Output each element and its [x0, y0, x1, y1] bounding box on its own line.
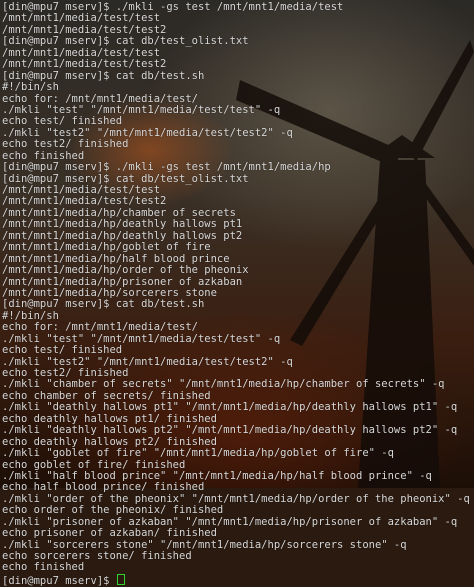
terminal-line: echo for: /mnt/mnt1/media/test/ [2, 321, 198, 334]
terminal-line: echo prisoner of azkaban/ finished [2, 527, 217, 540]
terminal-line: ./mkli "order of the pheonix" "/mnt/mnt1… [2, 492, 470, 505]
terminal-line: [din@mpu7 mserv]$ cat db/test.sh [2, 69, 205, 82]
terminal-line: /mnt/mnt1/media/hp/order of the pheonix [2, 264, 249, 277]
terminal-line: ./mkli "prisoner of azkaban" "/mnt/mnt1/… [2, 515, 458, 528]
prompt-text: [din@mpu7 mserv]$ [2, 574, 116, 587]
terminal-line: ./mkli "deathly hallows pt2" "/mnt/mnt1/… [2, 424, 458, 437]
terminal-line: ./mkli "goblet of fire" "/mnt/mnt1/media… [2, 447, 394, 460]
terminal-line: echo finished [2, 561, 85, 574]
text-cursor [116, 573, 125, 585]
terminal-line: echo order of the pheonix/ finished [2, 504, 224, 517]
terminal-line: echo sorcerers stone/ finished [2, 550, 192, 562]
terminal-window[interactable]: [din@mpu7 mserv]$ ./mkli -gs test /mnt/m… [0, 0, 474, 587]
terminal-line: echo test/ finished [2, 344, 123, 357]
terminal-line: [din@mpu7 mserv]$ ./mkli -gs test /mnt/m… [2, 161, 331, 174]
terminal-line: /mnt/mnt1/media/test/test2 [2, 58, 167, 71]
terminal-line: echo test2/ finished [2, 138, 129, 151]
terminal-line: #!/bin/sh [2, 81, 59, 94]
terminal-prompt-line[interactable]: [din@mpu7 mserv]$ [2, 573, 474, 587]
terminal-line: echo half blood prince/ finished [2, 481, 205, 494]
terminal-output: [din@mpu7 mserv]$ ./mkli -gs test /mnt/m… [2, 1, 474, 574]
terminal-line: ./mkli "sorcerers stone" "/mnt/mnt1/medi… [2, 538, 407, 551]
terminal-line: /mnt/mnt1/media/hp/goblet of fire [2, 241, 211, 254]
terminal-line: [din@mpu7 mserv]$ cat db/test.sh [2, 298, 205, 311]
